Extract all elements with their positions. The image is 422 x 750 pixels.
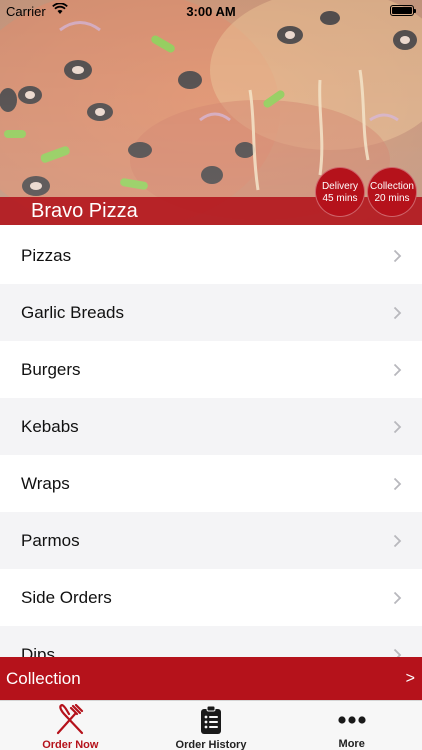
chevron-right-icon — [393, 420, 402, 433]
delivery-label: Delivery — [321, 181, 359, 192]
collection-time: 20 mins — [374, 193, 410, 204]
chevron-right-icon — [393, 591, 402, 604]
menu-item-label: Side Orders — [21, 587, 112, 607]
menu-item-burgers[interactable]: Burgers — [0, 341, 422, 398]
menu-category-list[interactable]: Pizzas Garlic Breads Burgers Kebabs Wrap… — [0, 227, 422, 657]
order-mode-arrow: > — [405, 669, 415, 687]
menu-item-label: Garlic Breads — [21, 302, 124, 322]
chevron-right-icon — [393, 534, 402, 547]
chevron-right-icon — [393, 648, 402, 657]
tab-order-history[interactable]: Order History — [141, 701, 282, 750]
menu-item-side-orders[interactable]: Side Orders — [0, 569, 422, 626]
menu-item-kebabs[interactable]: Kebabs — [0, 398, 422, 455]
menu-item-dips[interactable]: Dips — [0, 626, 422, 657]
menu-item-label: Pizzas — [21, 245, 72, 265]
chevron-right-icon — [393, 306, 402, 319]
menu-item-label: Wraps — [21, 473, 70, 493]
menu-item-garlic-breads[interactable]: Garlic Breads — [0, 284, 422, 341]
clock: 3:00 AM — [186, 4, 236, 19]
menu-item-label: Burgers — [21, 359, 81, 379]
menu-item-label: Dips — [21, 644, 56, 658]
collection-label: Collection — [370, 181, 414, 192]
menu-item-label: Kebabs — [21, 416, 79, 436]
tab-label: Order History — [175, 739, 247, 750]
chevron-right-icon — [393, 477, 402, 490]
collection-time-badge: Collection 20 mins — [367, 167, 417, 217]
chevron-right-icon — [393, 249, 402, 262]
menu-item-wraps[interactable]: Wraps — [0, 455, 422, 512]
chevron-right-icon — [393, 363, 402, 376]
tab-order-now[interactable]: Order Now — [0, 701, 141, 750]
menu-item-pizzas[interactable]: Pizzas — [0, 227, 422, 284]
battery-icon — [390, 5, 416, 16]
order-mode-label: Collection — [6, 668, 81, 688]
tab-more[interactable]: More — [281, 701, 422, 750]
tab-label: Order Now — [42, 739, 99, 750]
menu-item-parmos[interactable]: Parmos — [0, 512, 422, 569]
tab-bar: Order Now Order History More — [0, 700, 422, 750]
fork-knife-icon — [57, 704, 84, 735]
more-dots-icon — [338, 715, 366, 724]
delivery-time-badge: Delivery 45 mins — [315, 167, 365, 217]
delivery-time: 45 mins — [322, 193, 358, 204]
status-bar: Carrier 3:00 AM — [0, 0, 422, 22]
order-mode-bar[interactable]: Collection > — [0, 657, 422, 700]
clipboard-icon — [201, 705, 221, 734]
menu-item-label: Parmos — [21, 530, 80, 550]
restaurant-name: Bravo Pizza — [31, 200, 138, 222]
hero-banner: Carrier 3:00 AM Bravo Pizza Delivery 45 … — [0, 0, 422, 225]
tab-label: More — [338, 738, 365, 750]
